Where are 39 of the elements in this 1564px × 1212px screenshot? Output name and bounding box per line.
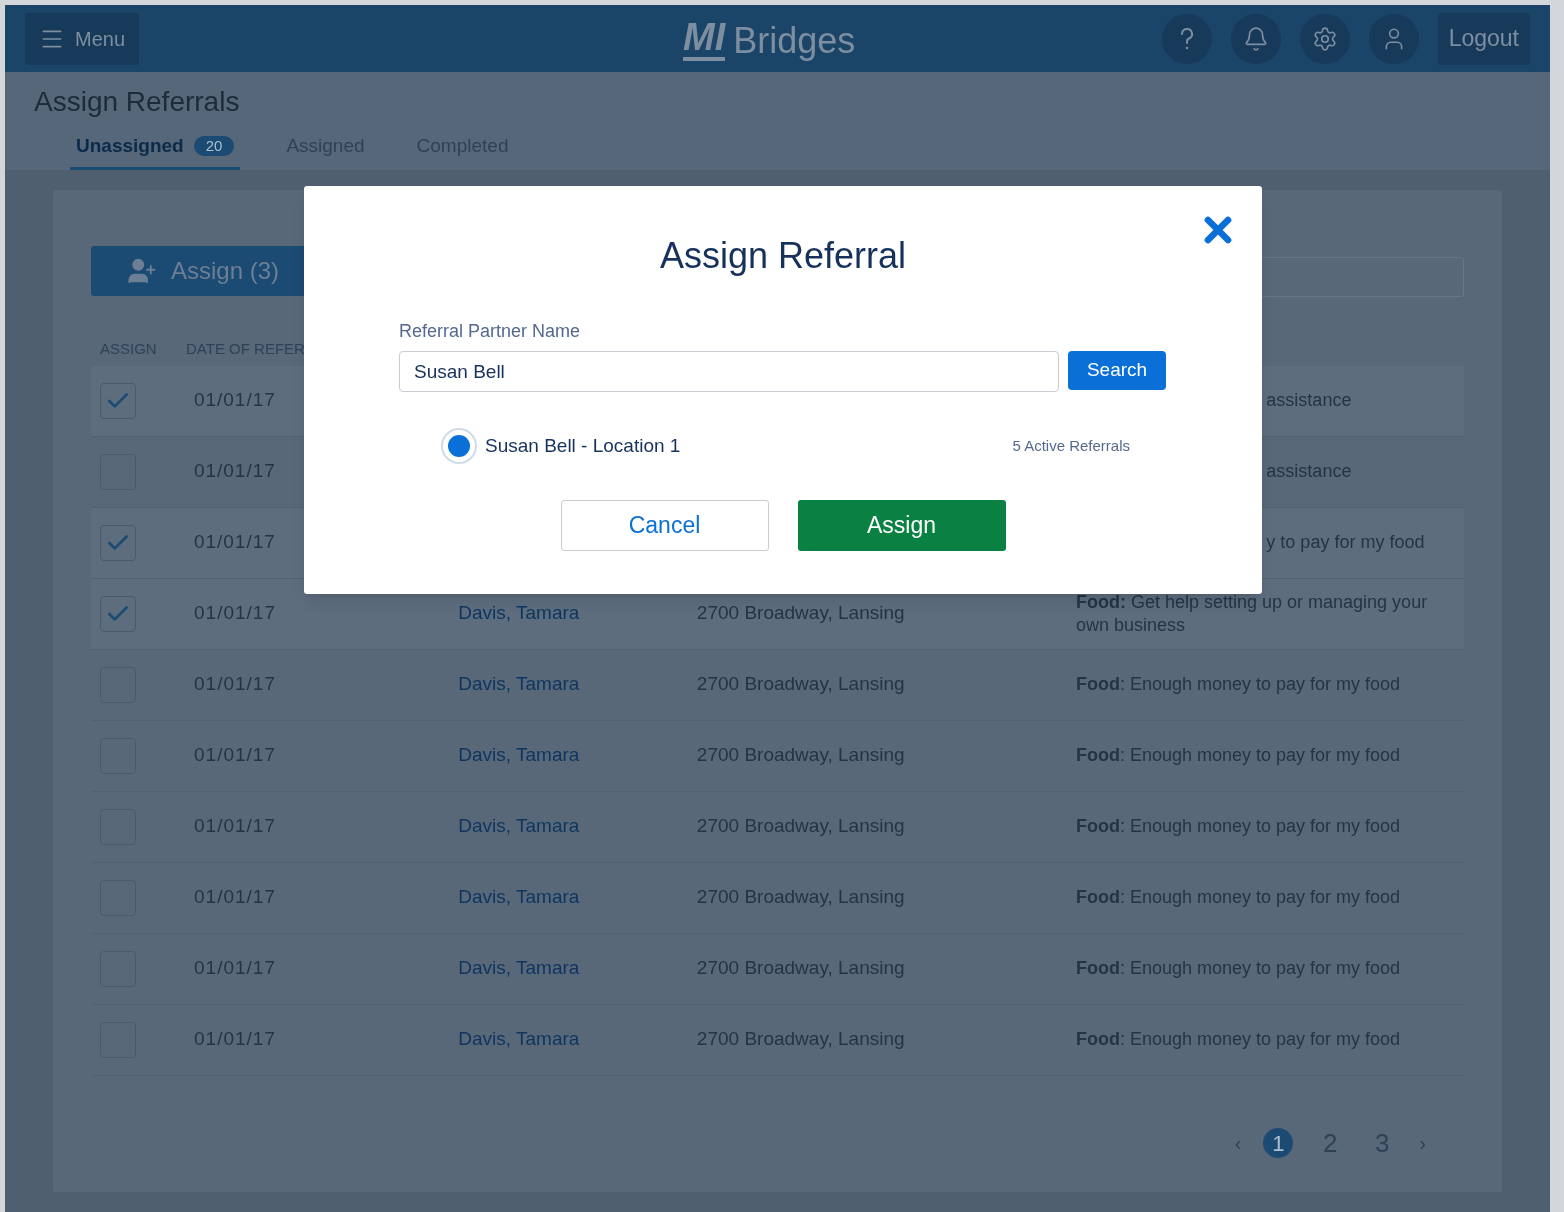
client-link[interactable]: Davis, Tamara (458, 957, 580, 979)
client-link[interactable]: Davis, Tamara (458, 815, 580, 837)
assign-selected-button[interactable]: Assign (3) (91, 245, 304, 296)
client-link[interactable]: Davis, Tamara (458, 744, 580, 766)
menu-button[interactable]: Menu (25, 12, 140, 65)
next-page-button[interactable]: › (1419, 1128, 1426, 1158)
partner-name-field[interactable]: Susan Bell (399, 351, 1059, 392)
settings-icon (1311, 25, 1338, 52)
address-cell: 2700 Broadway, Lansing (696, 602, 905, 624)
logo-text: Bridges (733, 21, 856, 61)
checkbox[interactable] (100, 524, 136, 561)
client-link[interactable]: Davis, Tamara (458, 673, 580, 695)
previous-page-button[interactable]: ‹ (1234, 1128, 1242, 1158)
search-button[interactable]: Search (1068, 351, 1166, 390)
client-link[interactable]: Davis, Tamara (458, 1028, 580, 1050)
need-cell-text: y to pay for my food (1266, 531, 1426, 554)
date-cell-text: 01/01/17 (194, 601, 277, 626)
dialog-title: Assign Referral (658, 234, 908, 278)
page-title: Assign Referrals (34, 85, 241, 119)
active-referrals-count: 5 Active Referrals (1012, 435, 1130, 456)
radio-button[interactable] (441, 428, 477, 464)
count-badge: 20 (193, 136, 235, 157)
checkbox[interactable] (100, 595, 136, 632)
partner-name: Susan Bell - Location 1 (485, 433, 681, 458)
checkbox[interactable] (100, 382, 136, 419)
need-cell-text: Food: Get help setting up or managing your own business (1075, 590, 1429, 637)
logout-button[interactable]: Logout (1437, 12, 1530, 65)
tab[interactable]: Unassigned 20 (70, 132, 241, 170)
client-link[interactable]: Davis, Tamara (458, 602, 580, 624)
question-icon (1178, 26, 1195, 51)
client-link[interactable]: Davis, Tamara (458, 886, 580, 908)
cancel-button[interactable]: Cancel (560, 500, 769, 551)
date-cell-text: 01/01/17 (193, 530, 277, 555)
page-button[interactable]: 1 (1263, 1128, 1294, 1158)
need-cell-text: assistance (1266, 389, 1353, 412)
field-label: Referral Partner Name (399, 320, 582, 343)
date-cell-text: 01/01/17 (193, 388, 277, 413)
logo-mark: MI (683, 17, 726, 61)
assign-button[interactable]: Assign (797, 500, 1006, 551)
